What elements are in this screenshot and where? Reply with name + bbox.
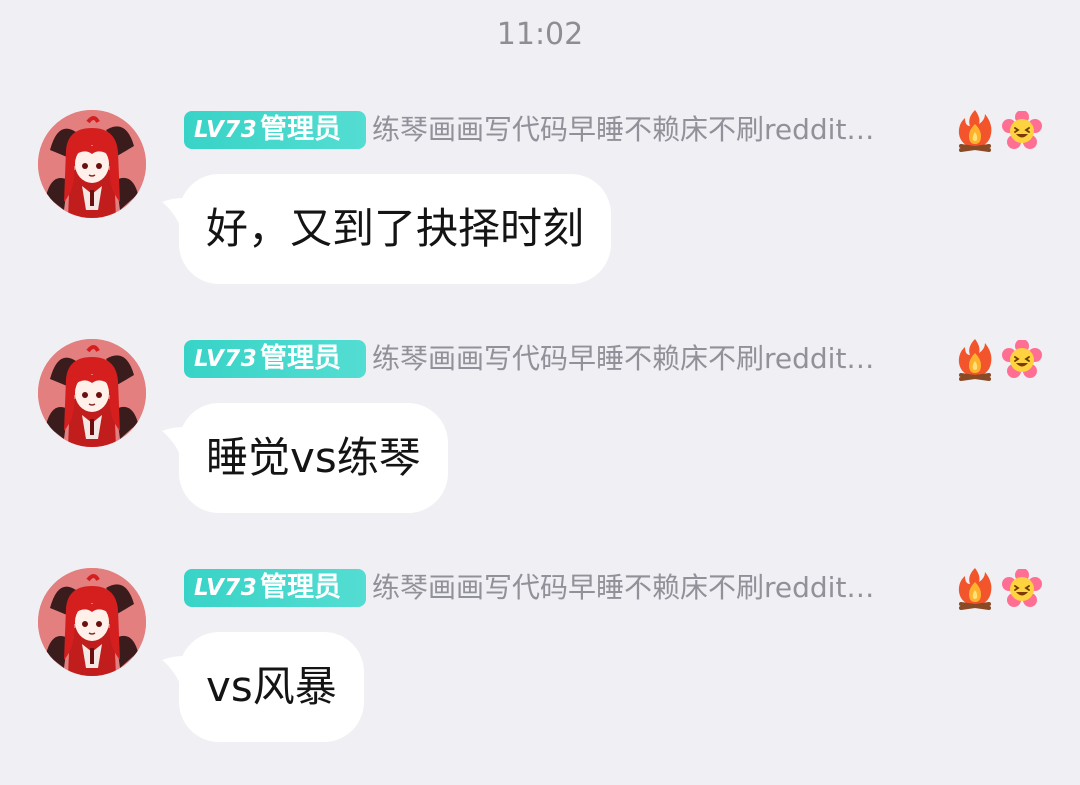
fire-icon	[955, 566, 995, 610]
level-label: LV73	[194, 346, 258, 372]
chat-message: LV73 管理员 练琴画画写代码早睡不赖床不刷reddit… 好，又到了抉择时刻	[0, 110, 1080, 310]
message-timestamp: 11:02	[496, 17, 584, 52]
message-bubble[interactable]: 好，又到了抉择时刻	[179, 174, 612, 284]
smiling-flower-icon	[1002, 569, 1042, 609]
smiling-flower-icon	[1002, 340, 1042, 380]
role-label: 管理员	[260, 343, 341, 374]
level-badge[interactable]: LV73 管理员	[184, 111, 366, 149]
level-badge[interactable]: LV73 管理员	[184, 340, 366, 378]
chat-message: LV73 管理员 练琴画画写代码早睡不赖床不刷reddit… vs风暴	[0, 568, 1080, 768]
member-title[interactable]: 练琴画画写代码早睡不赖床不刷reddit…	[372, 341, 928, 377]
sender-header: LV73 管理员 练琴画画写代码早睡不赖床不刷reddit…	[184, 111, 1044, 149]
sender-header: LV73 管理员 练琴画画写代码早睡不赖床不刷reddit…	[184, 569, 1044, 607]
message-bubble[interactable]: 睡觉vs练琴	[179, 403, 448, 513]
sender-header: LV73 管理员 练琴画画写代码早睡不赖床不刷reddit…	[184, 340, 1044, 378]
fire-icon	[955, 108, 995, 152]
smiling-flower-icon	[1002, 111, 1042, 151]
member-title[interactable]: 练琴画画写代码早睡不赖床不刷reddit…	[372, 570, 928, 606]
role-label: 管理员	[260, 572, 341, 603]
level-label: LV73	[194, 575, 258, 601]
user-avatar[interactable]	[38, 339, 146, 447]
chat-message: LV73 管理员 练琴画画写代码早睡不赖床不刷reddit… 睡觉vs练琴	[0, 339, 1080, 539]
message-bubble[interactable]: vs风暴	[179, 632, 364, 742]
level-label: LV73	[194, 117, 258, 143]
role-label: 管理员	[260, 114, 341, 145]
user-avatar[interactable]	[38, 110, 146, 218]
user-avatar[interactable]	[38, 568, 146, 676]
level-badge[interactable]: LV73 管理员	[184, 569, 366, 607]
member-title[interactable]: 练琴画画写代码早睡不赖床不刷reddit…	[372, 112, 928, 148]
fire-icon	[955, 337, 995, 381]
